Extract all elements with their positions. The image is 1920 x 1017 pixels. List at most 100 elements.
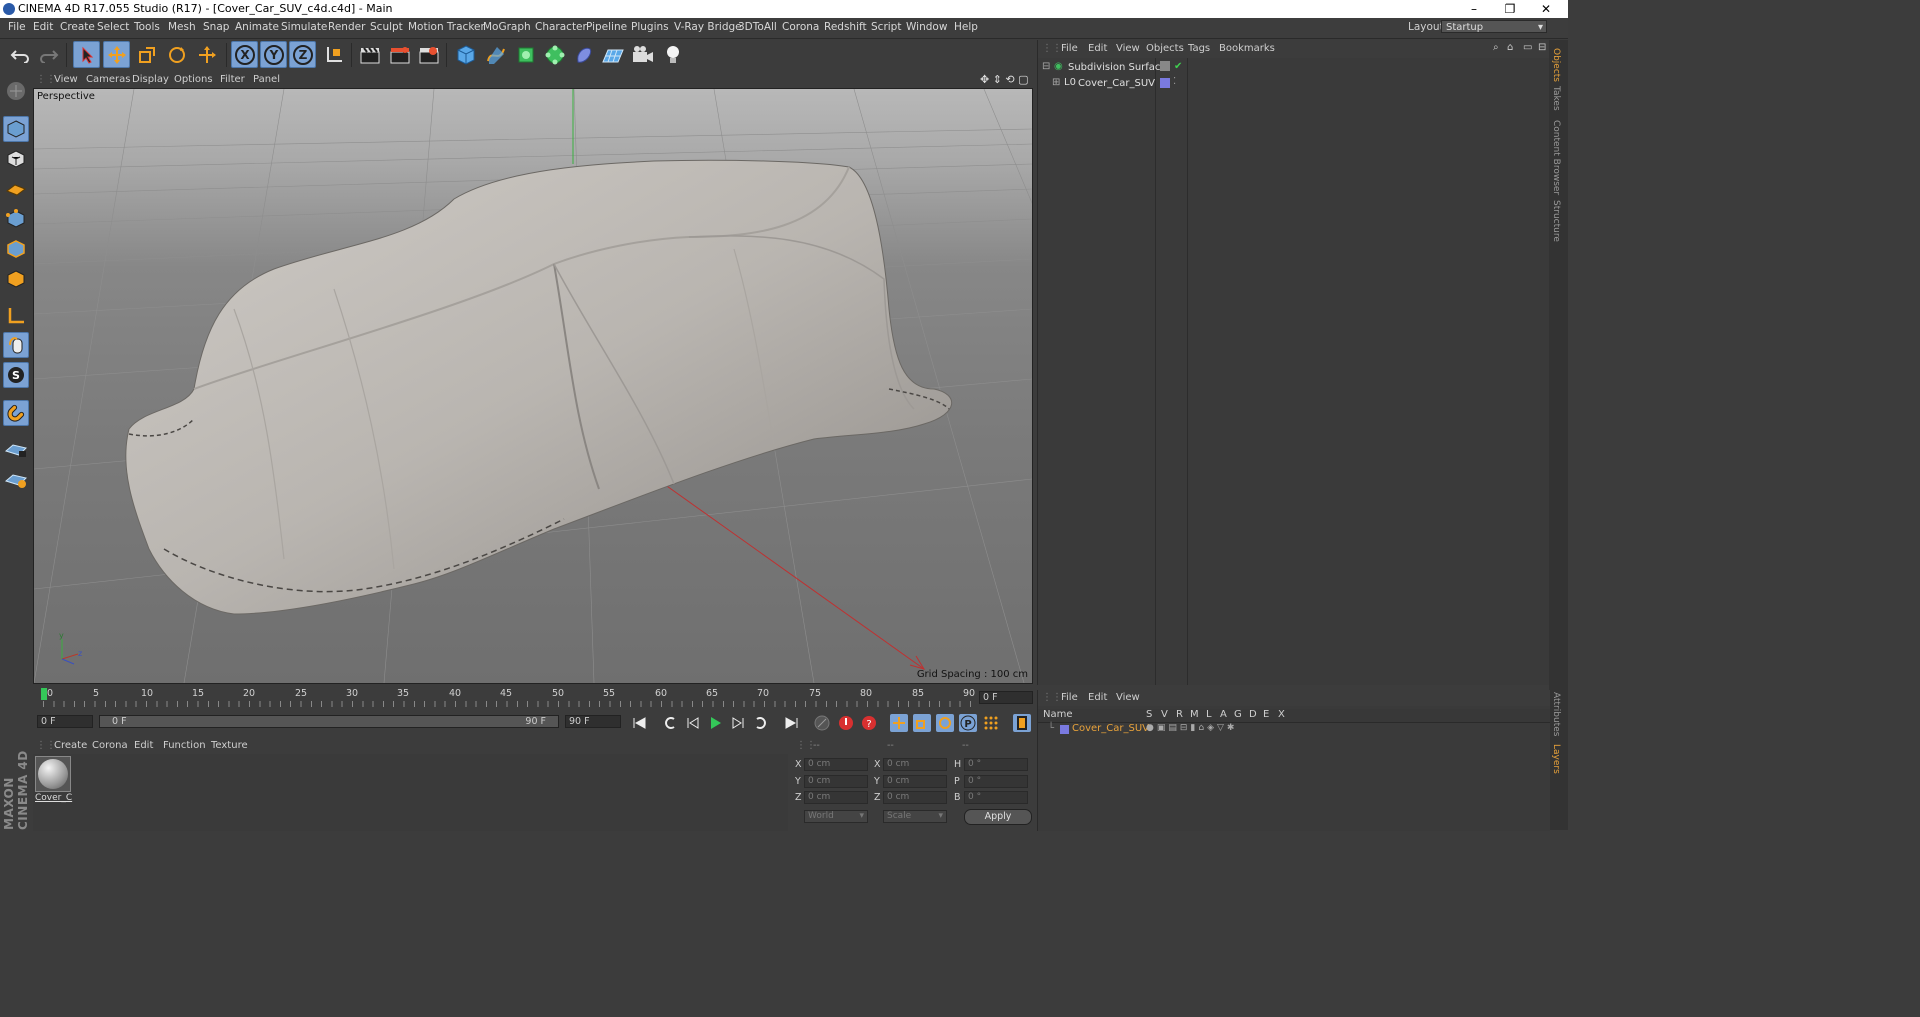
layer-row[interactable]: └ Cover_Car_SUV ●▣▤⊟▮⌂◈▽✱: [1038, 723, 1550, 736]
magnet-button[interactable]: [3, 400, 29, 426]
layer-toggle-icons[interactable]: ●▣▤⊟▮⌂◈▽✱: [1146, 723, 1237, 733]
scale-key-button[interactable]: [913, 714, 931, 732]
coordinate-mode-dropdown[interactable]: World ▾: [804, 810, 868, 823]
rotation-h-field[interactable]: 0 °: [964, 758, 1028, 771]
make-editable-button[interactable]: [3, 78, 29, 104]
size-x-field[interactable]: 0 cm: [883, 758, 947, 771]
play-button[interactable]: [706, 714, 724, 732]
workplane-mode-button[interactable]: [3, 176, 29, 202]
transform-mode-dropdown[interactable]: Scale ▾: [883, 810, 947, 823]
undo-button[interactable]: [6, 41, 33, 68]
rotate-tool-button[interactable]: [163, 41, 190, 68]
x-axis-lock-button[interactable]: X: [231, 41, 258, 68]
go-to-end-button[interactable]: [783, 714, 801, 732]
position-key-button[interactable]: [890, 714, 908, 732]
viewport-menu-options[interactable]: Options: [174, 74, 213, 85]
home-icon[interactable]: ⌂: [1507, 42, 1513, 53]
objects-menu-file[interactable]: File: [1061, 43, 1078, 54]
material-menu-corona[interactable]: Corona: [92, 740, 128, 751]
expand-icon[interactable]: ⊞: [1052, 77, 1060, 88]
end-frame-field[interactable]: 90 F: [565, 715, 621, 728]
object-row-subdivision-surface[interactable]: ⊟ ◉ Subdivision Surface ✔: [1038, 61, 1550, 76]
coordinate-system-button[interactable]: [320, 41, 347, 68]
material-menu-create[interactable]: Create: [54, 740, 87, 751]
menu-character[interactable]: Character: [535, 21, 587, 33]
preview-range-slider[interactable]: 0 F 90 F: [99, 715, 559, 728]
menu-file[interactable]: File: [8, 21, 26, 33]
3d-viewport[interactable]: y z Perspective Grid Spacing : 100 cm: [33, 88, 1033, 684]
enabled-check-icon[interactable]: ✔: [1174, 61, 1182, 72]
objects-menu-objects[interactable]: Objects: [1146, 43, 1184, 54]
previous-frame-button[interactable]: [684, 714, 702, 732]
column-g[interactable]: G: [1234, 709, 1242, 720]
position-y-field[interactable]: 0 cm: [804, 775, 868, 788]
material-name[interactable]: Cover_C: [35, 793, 72, 803]
model-mode-button[interactable]: [3, 116, 29, 142]
menu-tools[interactable]: Tools: [134, 21, 160, 33]
render-settings-button[interactable]: [415, 41, 442, 68]
visibility-dots-icon[interactable]: ⁚: [1173, 76, 1176, 87]
viewport-menu-panel[interactable]: Panel: [253, 74, 280, 85]
layout-dropdown[interactable]: Startup ▾: [1441, 20, 1547, 33]
column-x[interactable]: X: [1278, 709, 1285, 720]
material-tag-icon[interactable]: [1160, 78, 1170, 88]
scale-tool-button[interactable]: [133, 41, 160, 68]
menu-simulate[interactable]: Simulate: [281, 21, 327, 33]
menu-vray-bridge[interactable]: V-Ray Bridge: [674, 21, 742, 33]
menu-snap[interactable]: Snap: [203, 21, 229, 33]
tab-attributes[interactable]: Attributes: [1551, 692, 1561, 736]
layer-menu-file[interactable]: File: [1061, 692, 1078, 703]
column-e[interactable]: E: [1263, 709, 1269, 720]
snap-button[interactable]: S: [3, 362, 29, 388]
column-m[interactable]: M: [1190, 709, 1199, 720]
transform-tool-button[interactable]: [193, 41, 220, 68]
axis-mode-button[interactable]: [3, 303, 29, 329]
material-menu-function[interactable]: Function: [163, 740, 206, 751]
tab-structure[interactable]: Structure: [1551, 200, 1561, 242]
collapse-icon[interactable]: ⊟: [1042, 61, 1050, 72]
menu-render[interactable]: Render: [328, 21, 365, 33]
menu-select[interactable]: Select: [97, 21, 129, 33]
column-d[interactable]: D: [1249, 709, 1257, 720]
add-camera-button[interactable]: [629, 41, 656, 68]
render-to-picture-viewer-button[interactable]: [386, 41, 413, 68]
parameter-key-button[interactable]: P: [959, 714, 977, 732]
rotation-b-field[interactable]: 0 °: [964, 791, 1028, 804]
layer-menu-view[interactable]: View: [1116, 692, 1140, 703]
material-menu-texture[interactable]: Texture: [211, 740, 248, 751]
material-menu-edit[interactable]: Edit: [134, 740, 153, 751]
menu-pipeline[interactable]: Pipeline: [586, 21, 627, 33]
object-row-cover-car-suv[interactable]: ⊞ L0 Cover_Car_SUV ⁚: [1038, 76, 1550, 92]
add-deformer-button[interactable]: [570, 41, 597, 68]
restore-button[interactable]: ❐: [1492, 0, 1528, 18]
menu-motion-tracker[interactable]: Motion Tracker: [408, 21, 485, 33]
tab-objects[interactable]: Objects: [1551, 48, 1561, 82]
lock-workplane-button[interactable]: [3, 436, 29, 462]
go-to-start-button[interactable]: [630, 714, 648, 732]
column-name[interactable]: Name: [1043, 709, 1073, 720]
column-v[interactable]: V: [1161, 709, 1168, 720]
timeline-window-button[interactable]: [1013, 714, 1031, 732]
move-tool-button[interactable]: [103, 41, 130, 68]
z-axis-lock-button[interactable]: Z: [289, 41, 316, 68]
edges-mode-button[interactable]: [3, 236, 29, 262]
keyframe-selection-button[interactable]: ?: [860, 714, 878, 732]
tab-layers[interactable]: Layers: [1551, 744, 1561, 774]
menu-edit[interactable]: Edit: [33, 21, 53, 33]
menu-mograph[interactable]: MoGraph: [483, 21, 531, 33]
viewport-menu-cameras[interactable]: Cameras: [86, 74, 130, 85]
menu-plugins[interactable]: Plugins: [631, 21, 669, 33]
menu-script[interactable]: Script: [871, 21, 901, 33]
material-swatch[interactable]: [35, 756, 71, 792]
menu-corona[interactable]: Corona: [782, 21, 819, 33]
menu-3dtoall[interactable]: 3DToAll: [738, 21, 777, 33]
new-view-icon[interactable]: ▭: [1523, 42, 1532, 53]
close-button[interactable]: ✕: [1528, 0, 1564, 18]
menu-window[interactable]: Window: [906, 21, 947, 33]
menu-animate[interactable]: Animate: [235, 21, 279, 33]
tab-content-browser[interactable]: Content Browser: [1551, 120, 1561, 195]
visibility-toggle[interactable]: [1160, 61, 1170, 71]
objects-menu-view[interactable]: View: [1116, 43, 1140, 54]
add-nurbs-button[interactable]: [512, 41, 539, 68]
menu-mesh[interactable]: Mesh: [168, 21, 196, 33]
